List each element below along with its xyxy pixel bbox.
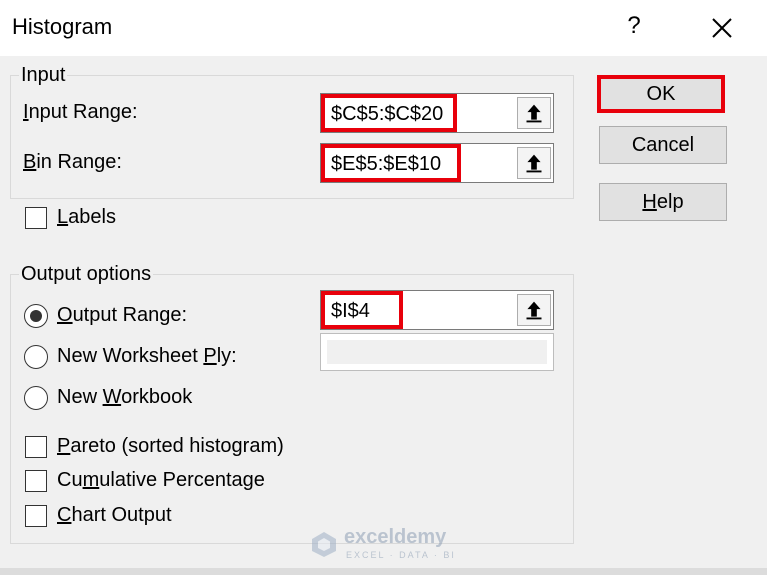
help-question-button[interactable]: ? [622,12,646,40]
input-group-label: Input [19,64,68,87]
labels-checkbox[interactable] [25,207,47,229]
cumulative-percentage-checkbox[interactable] [25,470,47,492]
new-workbook-label: New Workbook [57,386,193,408]
bin-range-label: Bin Range: [23,151,122,173]
collapse-dialog-icon[interactable] [517,97,551,129]
new-worksheet-name-field[interactable] [320,333,554,371]
output-options-label: Output options [19,263,154,286]
new-worksheet-label: New Worksheet Ply: [57,345,237,367]
output-range-field[interactable]: $I$4 [320,290,554,330]
input-range-label: Input Range: [23,101,138,123]
collapse-dialog-icon[interactable] [517,294,551,326]
close-icon[interactable] [704,10,740,46]
output-range-label: Output Range: [57,304,188,326]
output-range-radio[interactable] [24,304,48,328]
watermark-tagline: EXCEL · DATA · BI [346,550,456,560]
new-worksheet-name-value [327,340,547,364]
cancel-button[interactable]: Cancel [599,126,727,164]
new-workbook-radio[interactable] [24,386,48,410]
bin-range-field[interactable]: $E$5:$E$10 [320,143,554,183]
watermark-name: exceldemy [344,526,447,548]
bottom-edge [0,568,767,575]
input-range-field[interactable]: $C$5:$C$20 [320,93,554,133]
chart-output-label: Chart Output [57,504,172,526]
help-button[interactable]: Help [599,183,727,221]
new-worksheet-radio[interactable] [24,345,48,369]
ok-button[interactable]: OK [597,75,725,113]
pareto-label: Pareto (sorted histogram) [57,435,284,457]
exceldemy-logo-icon [312,532,336,557]
collapse-dialog-icon[interactable] [517,147,551,179]
dialog-title: Histogram [12,14,113,39]
bin-range-value[interactable]: $E$5:$E$10 [321,144,461,182]
labels-checkbox-label: Labels [57,206,116,228]
input-range-value[interactable]: $C$5:$C$20 [321,94,457,132]
title-bar: Histogram ? [0,0,767,56]
pareto-checkbox[interactable] [25,436,47,458]
cumulative-percentage-label: Cumulative Percentage [57,469,265,491]
chart-output-checkbox[interactable] [25,505,47,527]
output-range-value[interactable]: $I$4 [321,291,403,329]
